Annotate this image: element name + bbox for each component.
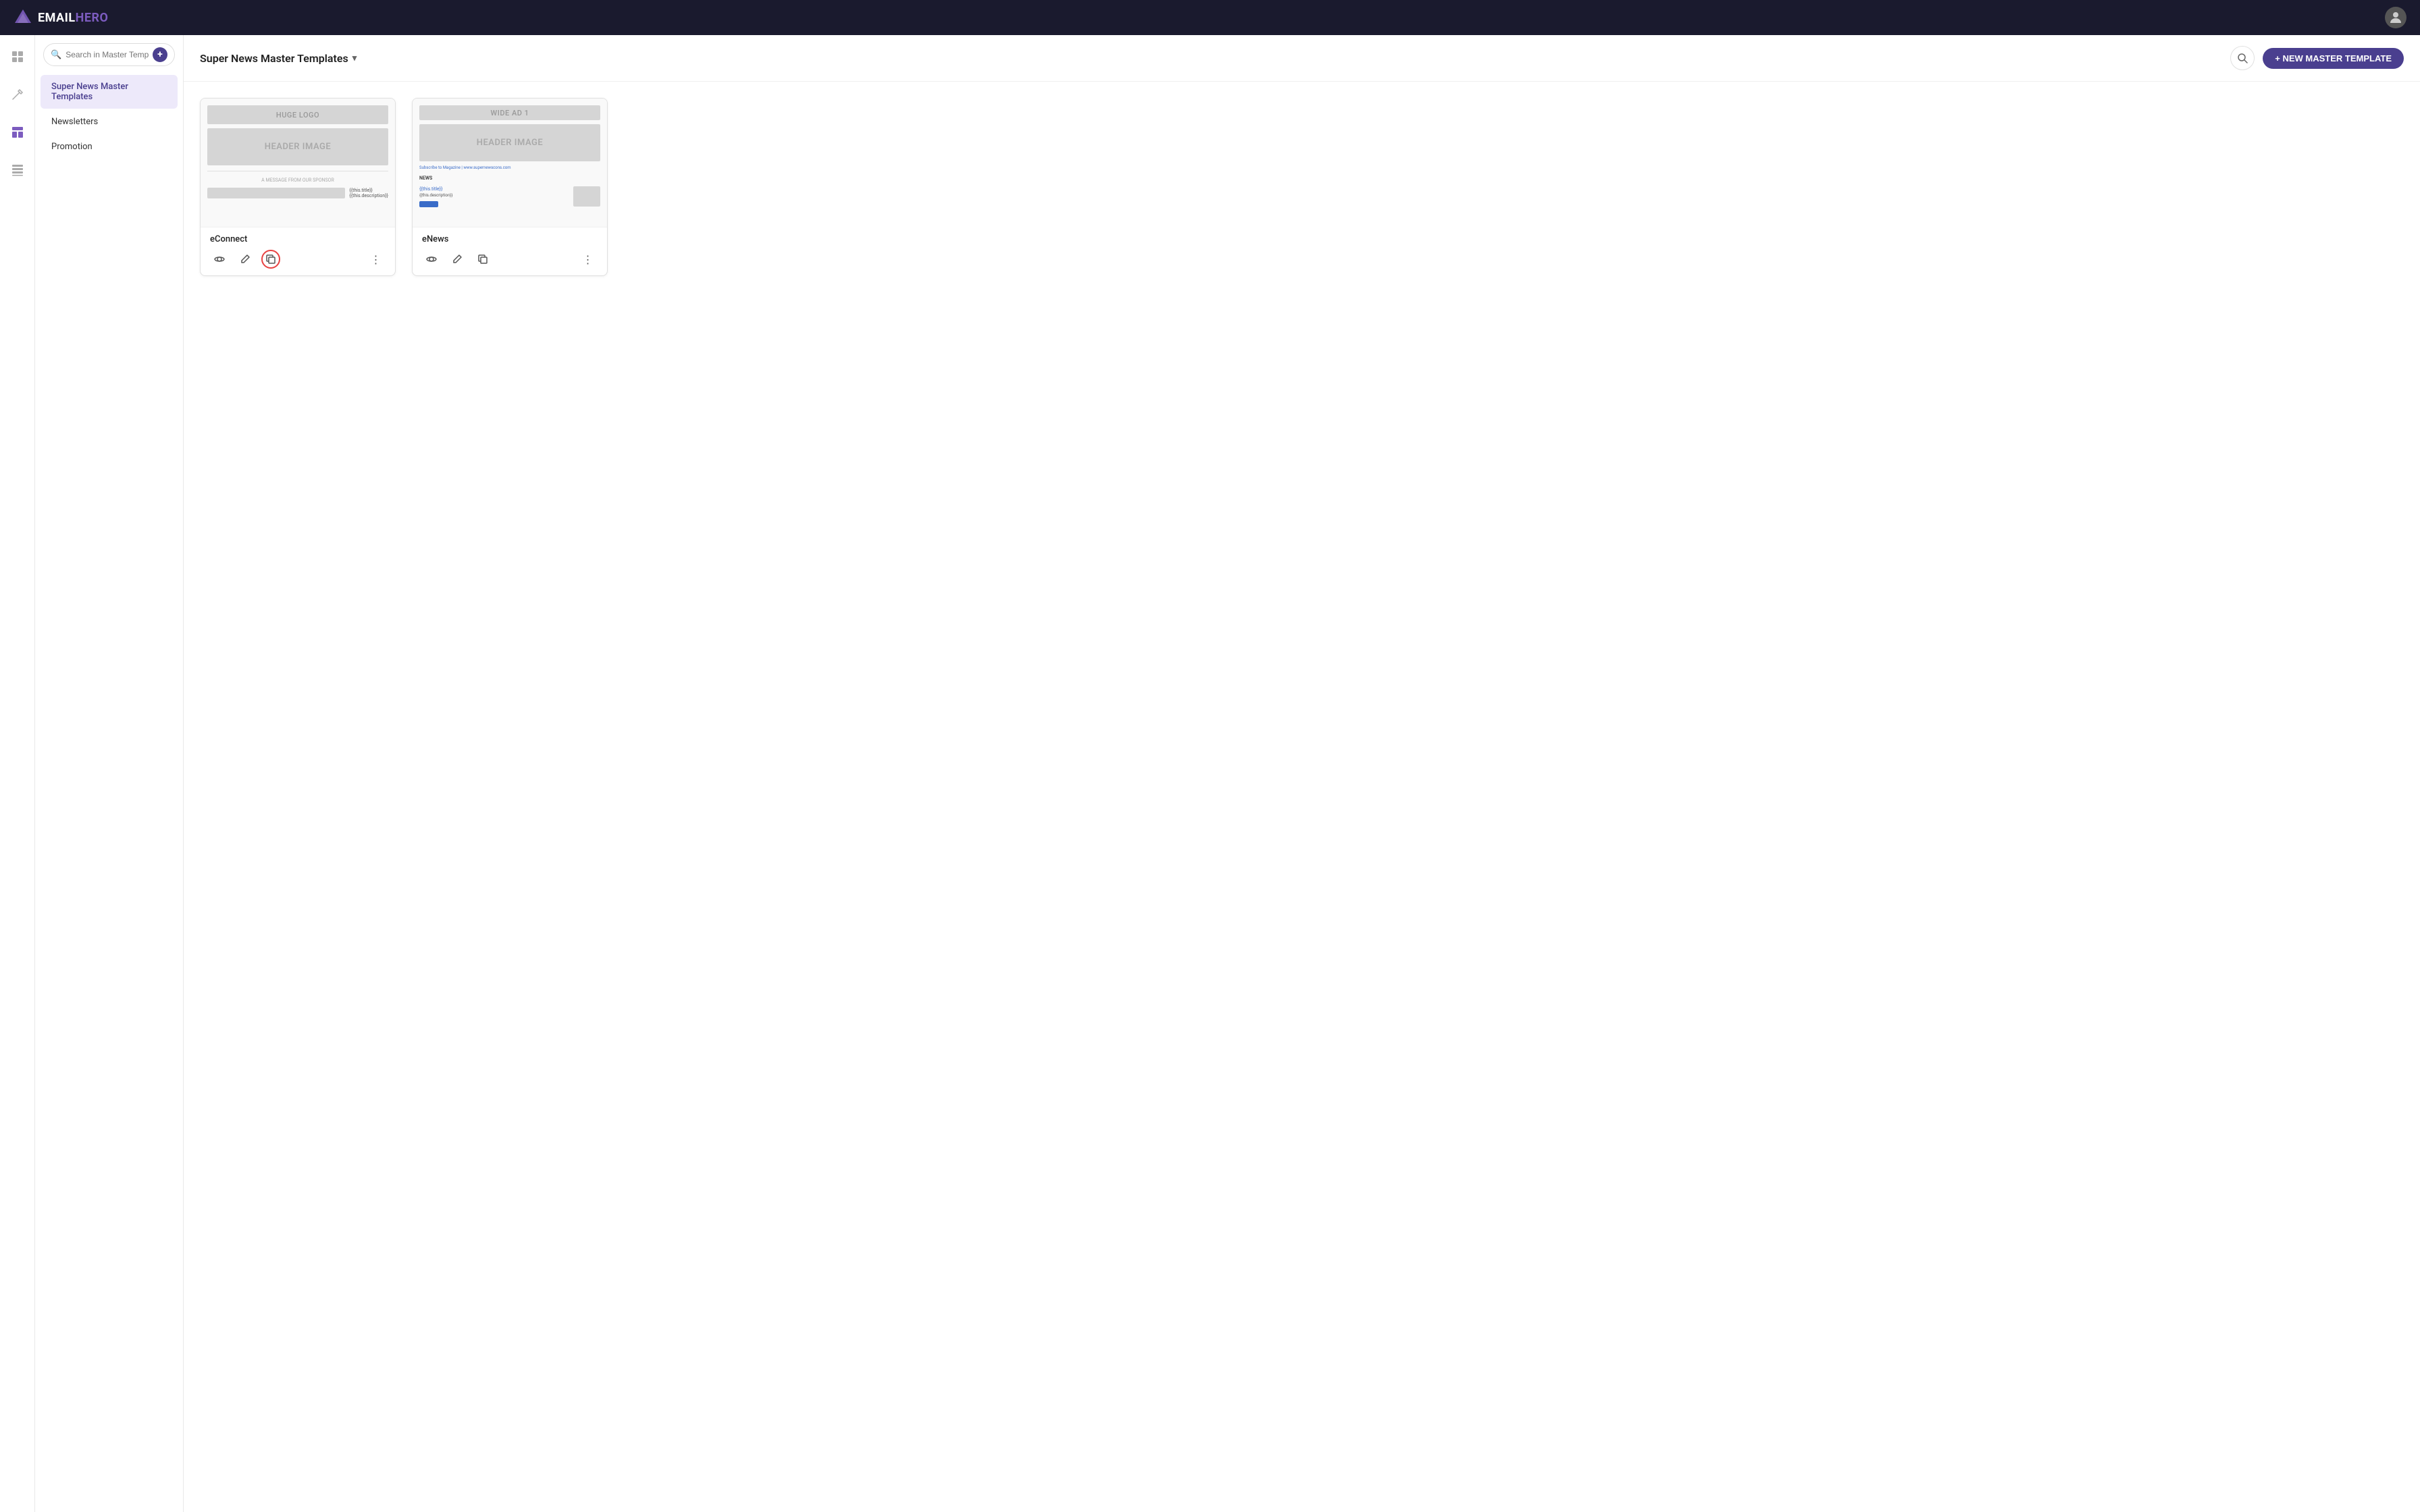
sidebar-item-super-news[interactable]: Super News Master Templates [41,75,178,109]
card-footer-enews: eNews ⋮ [413,227,607,275]
preview-sponsor-text: A MESSAGE FROM OUR SPONSOR [207,177,388,184]
sidebar-icon-grid[interactable] [5,158,30,182]
main-content: Super News Master Templates ▾ + NEW MAST… [184,35,2420,1512]
card-action-icons [210,250,280,269]
more-options-button-enews[interactable]: ⋮ [579,250,598,269]
edit-button-enews[interactable] [448,250,467,269]
view-button-enews[interactable] [422,250,441,269]
sidebar-icon-dashboard[interactable] [5,45,30,69]
left-sidebar: 🔍 + Super News Master Templates Newslett… [35,35,184,1512]
logo-hero-text: HERO [76,11,109,25]
page-title: Super News Master Templates [200,52,348,65]
search-icon: 🔍 [51,50,61,60]
card-action-icons-enews [422,250,492,269]
preview-logo-block: HUGE LOGO [207,105,388,124]
title-dropdown-arrow[interactable]: ▾ [352,53,357,63]
preview-wide-ad-block: Wide AD 1 [419,105,600,120]
preview-img-col [573,186,600,207]
search-bar: 🔍 + [43,43,175,66]
preview-title-placeholder: {{this.title}} {{this.description}} [349,188,388,198]
preview-content-row: {{this.title}} {{this.description}} [207,188,388,198]
template-card-enews: Wide AD 1 HEADER IMAGE Subscribe to Maga… [412,98,608,276]
preview-small-block [207,188,345,198]
preview-news-label: NEWS [419,174,600,182]
preview-text-col: {{this.title}} {{this.description}} [419,186,569,207]
card-actions-econnect: ⋮ [210,250,386,269]
preview-subscribe-text: Subscribe to Magazine | www.supernewscon… [419,165,600,170]
template-grid: HUGE LOGO HEADER IMAGE A MESSAGE FROM OU… [184,82,2420,292]
logo-email-text: EMAIL [38,11,76,25]
sidebar-item-promotion[interactable]: Promotion [41,135,178,159]
edit-button[interactable] [236,250,255,269]
content-header-actions: + NEW MASTER TEMPLATE [2230,46,2404,70]
main-layout: 🔍 + Super News Master Templates Newslett… [0,35,2420,1512]
more-options-button[interactable]: ⋮ [367,250,386,269]
sidebar-icon-tools[interactable] [5,82,30,107]
preview-title-blue: {{this.title}} [419,186,569,192]
sidebar-item-newsletters[interactable]: Newsletters [41,110,178,134]
logo-icon [14,8,32,27]
view-button[interactable] [210,250,229,269]
preview-header-image-block: HEADER IMAGE [207,128,388,165]
icon-sidebar [0,35,35,1512]
preview-news-content-row: {{this.title}} {{this.description}} [419,186,600,207]
card-preview-enews: Wide AD 1 HEADER IMAGE Subscribe to Maga… [413,99,607,227]
user-avatar[interactable] [2385,7,2406,28]
new-master-template-button[interactable]: + NEW MASTER TEMPLATE [2263,48,2404,69]
preview-desc: {{this.description}} [419,193,569,198]
breadcrumb-title: Super News Master Templates ▾ [200,52,357,65]
top-navbar: EMAILHERO [0,0,2420,35]
template-card-econnect: HUGE LOGO HEADER IMAGE A MESSAGE FROM OU… [200,98,396,276]
card-preview-econnect: HUGE LOGO HEADER IMAGE A MESSAGE FROM OU… [201,99,395,227]
sidebar-icon-templates[interactable] [5,120,30,144]
search-input[interactable] [65,50,149,59]
preview-header-image-block-2: HEADER IMAGE [419,124,600,161]
card-name-econnect: eConnect [210,234,386,244]
card-actions-enews: ⋮ [422,250,598,269]
copy-button-enews[interactable] [473,250,492,269]
search-button[interactable] [2230,46,2255,70]
app-logo: EMAILHERO [14,8,108,27]
add-template-button[interactable]: + [153,47,167,62]
preview-cta-block [419,201,438,207]
card-name-enews: eNews [422,234,598,244]
content-header: Super News Master Templates ▾ + NEW MAST… [184,35,2420,82]
card-footer-econnect: eConnect ⋮ [201,227,395,275]
copy-button[interactable] [261,250,280,269]
